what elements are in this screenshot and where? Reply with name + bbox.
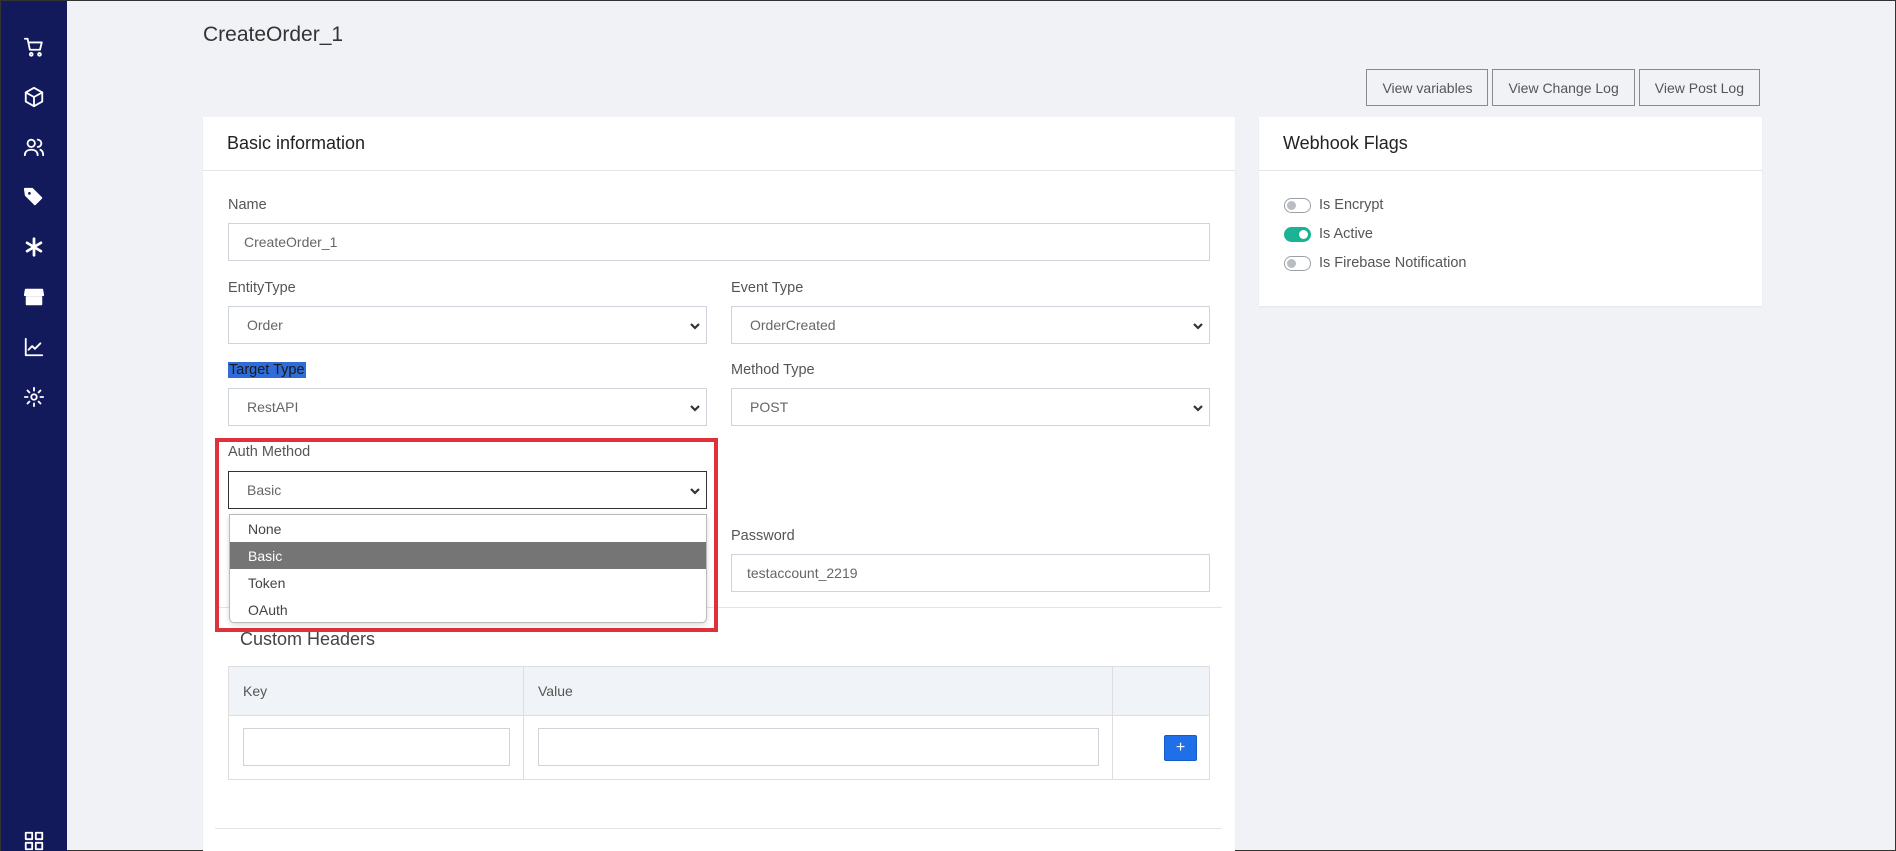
tags-icon[interactable] <box>22 185 46 209</box>
custom-headers-table: Key Value + <box>228 666 1210 780</box>
auth-method-value: Basic <box>247 482 282 498</box>
header-value-input[interactable] <box>538 728 1099 766</box>
column-separator <box>1112 667 1113 779</box>
entity-type-label: EntityType <box>228 280 296 296</box>
is-active-label: Is Active <box>1319 226 1373 242</box>
is-encrypt-toggle[interactable] <box>1284 197 1311 213</box>
entity-type-value: Order <box>247 317 283 333</box>
column-separator <box>523 667 524 779</box>
grid-icon[interactable] <box>22 829 46 851</box>
view-post-log-button[interactable]: View Post Log <box>1638 69 1760 106</box>
sidebar <box>1 1 67 851</box>
event-type-label: Event Type <box>731 280 804 296</box>
is-encrypt-label: Is Encrypt <box>1319 197 1384 213</box>
view-change-log-button[interactable]: View Change Log <box>1492 69 1635 106</box>
custom-headers-title: Custom Headers <box>240 629 376 649</box>
view-variables-button[interactable]: View variables <box>1366 69 1489 106</box>
method-type-value: POST <box>750 399 789 415</box>
flag-is-active: Is Active <box>1284 226 1373 242</box>
entity-type-select[interactable]: Order <box>228 306 707 344</box>
target-type-label: Target Type <box>228 362 306 378</box>
basic-information-header: Basic information <box>203 117 1235 171</box>
page-title: CreateOrder_1 <box>203 23 344 46</box>
chevron-down-icon <box>1192 319 1204 331</box>
auth-option-token[interactable]: Token <box>230 569 706 596</box>
is-active-toggle[interactable] <box>1284 226 1311 242</box>
header-key-input[interactable] <box>243 728 510 766</box>
gear-icon[interactable] <box>22 385 46 409</box>
is-firebase-notification-toggle[interactable] <box>1284 255 1311 271</box>
is-firebase-notification-label: Is Firebase Notification <box>1319 255 1467 271</box>
auth-option-none[interactable]: None <box>230 515 706 542</box>
flag-is-firebase-notification: Is Firebase Notification <box>1284 255 1466 271</box>
bottom-divider <box>215 828 1222 829</box>
value-column-header: Value <box>538 683 573 699</box>
box-icon[interactable] <box>22 85 46 109</box>
users-icon[interactable] <box>22 135 46 159</box>
store-icon[interactable] <box>22 285 46 309</box>
target-type-select[interactable]: RestAPI <box>228 388 707 426</box>
chevron-down-icon <box>689 484 701 496</box>
cart-icon[interactable] <box>22 35 46 59</box>
target-type-label-text: Target Type <box>228 362 306 378</box>
key-column-header: Key <box>243 683 268 699</box>
auth-method-label: Auth Method <box>228 444 311 460</box>
event-type-select[interactable]: OrderCreated <box>731 306 1210 344</box>
table-header-row <box>229 667 1209 716</box>
method-type-select[interactable]: POST <box>731 388 1210 426</box>
password-label: Password <box>731 528 795 544</box>
auth-option-basic[interactable]: Basic <box>230 542 706 569</box>
password-input[interactable]: testaccount_2219 <box>731 554 1210 592</box>
chevron-down-icon <box>689 401 701 413</box>
chart-line-icon[interactable] <box>22 335 46 359</box>
target-type-value: RestAPI <box>247 399 299 415</box>
auth-option-oauth[interactable]: OAuth <box>230 596 706 623</box>
webhook-flags-header: Webhook Flags <box>1259 117 1762 171</box>
name-label: Name <box>228 197 267 213</box>
auth-method-options: None Basic Token OAuth <box>229 514 707 623</box>
method-type-label: Method Type <box>731 362 815 378</box>
chevron-down-icon <box>1192 401 1204 413</box>
flag-is-encrypt: Is Encrypt <box>1284 197 1383 213</box>
auth-method-select[interactable]: Basic <box>228 471 707 509</box>
asterisk-icon[interactable] <box>22 235 46 259</box>
chevron-down-icon <box>689 319 701 331</box>
top-toolbar: View variables View Change Log View Post… <box>1366 69 1760 106</box>
event-type-value: OrderCreated <box>750 317 836 333</box>
name-input[interactable]: CreateOrder_1 <box>228 223 1210 261</box>
add-header-button[interactable]: + <box>1164 735 1197 761</box>
